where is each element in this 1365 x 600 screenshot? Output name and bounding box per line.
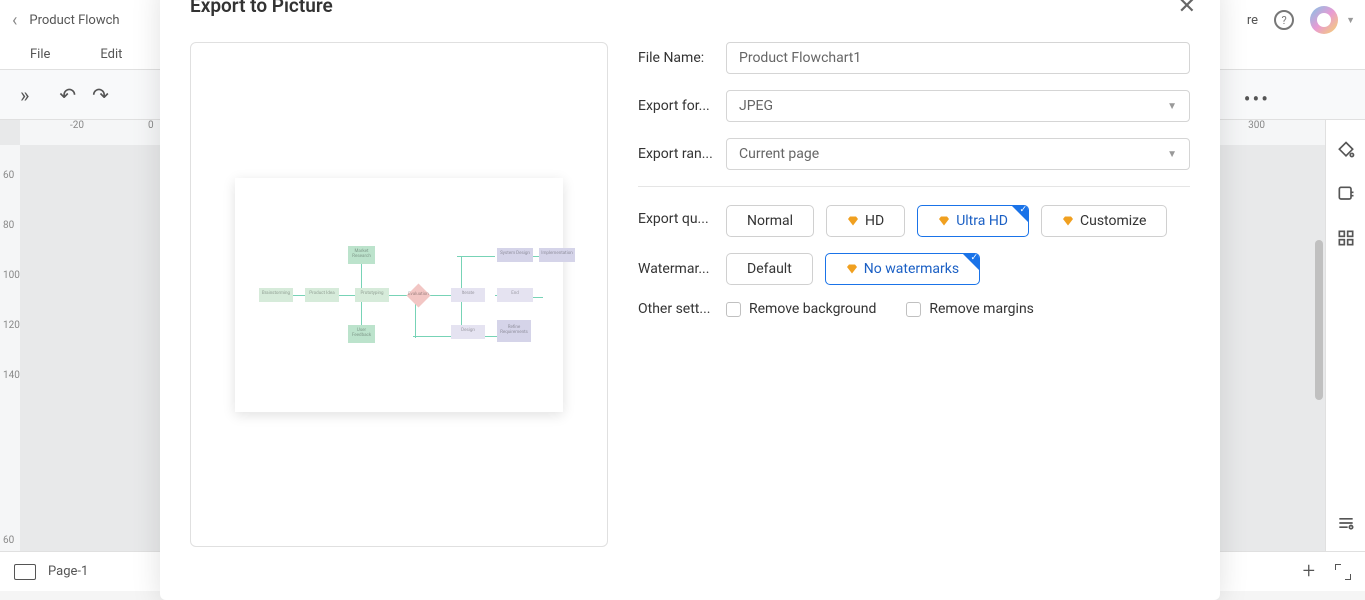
other-label: Other sett... — [638, 301, 726, 317]
watermark-none-button[interactable]: No watermarks — [825, 253, 980, 285]
export-settings-icon[interactable] — [1336, 184, 1356, 204]
quality-ultrahd-button[interactable]: Ultra HD — [917, 205, 1029, 237]
modal-title: Export to Picture — [190, 0, 333, 17]
apps-icon[interactable] — [1336, 228, 1356, 248]
fullscreen-icon[interactable] — [1335, 564, 1351, 580]
format-select[interactable]: JPEG ▼ — [726, 90, 1190, 122]
export-form: File Name: Export for... JPEG ▼ Export r… — [638, 42, 1190, 333]
add-page-icon[interactable]: + — [1303, 559, 1315, 584]
expand-icon[interactable]: » — [20, 83, 29, 107]
remove-background-checkbox[interactable]: Remove background — [726, 301, 876, 317]
range-label: Export ran... — [638, 146, 726, 162]
quality-hd-button[interactable]: HD — [826, 205, 905, 237]
export-modal: Export to Picture ✕ Brainstorming Produc… — [160, 0, 1220, 600]
chevron-down-icon: ▼ — [1167, 101, 1177, 112]
preview-panel: Brainstorming Product Idea Market Resear… — [190, 42, 608, 547]
fill-icon[interactable] — [1336, 140, 1356, 160]
diamond-icon — [938, 215, 950, 227]
share-btn-partial[interactable]: re — [1247, 13, 1258, 28]
avatar-caret-icon[interactable]: ▼ — [1346, 15, 1355, 26]
side-panel — [1325, 120, 1365, 551]
avatar[interactable] — [1310, 6, 1338, 34]
page-view-icon[interactable] — [14, 564, 36, 580]
diamond-icon — [847, 215, 859, 227]
diamond-icon — [846, 263, 858, 275]
redo-icon[interactable]: ↷ — [92, 83, 109, 107]
format-label: Export for... — [638, 98, 726, 114]
close-icon[interactable]: ✕ — [1178, 0, 1196, 19]
watermark-default-button[interactable]: Default — [726, 253, 813, 285]
page-label[interactable]: Page-1 — [48, 564, 88, 579]
help-icon[interactable]: ? — [1274, 10, 1294, 30]
menu-file[interactable]: File — [30, 47, 50, 62]
preview-thumbnail: Brainstorming Product Idea Market Resear… — [235, 178, 563, 412]
document-title: Product Flowch — [29, 13, 119, 28]
quality-customize-button[interactable]: Customize — [1041, 205, 1167, 237]
checkbox-icon — [906, 302, 921, 317]
diamond-icon — [1062, 215, 1074, 227]
filename-input[interactable] — [726, 42, 1190, 74]
quality-normal-button[interactable]: Normal — [726, 205, 814, 237]
watermark-label: Watermar... — [638, 261, 726, 277]
quality-label: Export qu... — [638, 205, 726, 227]
ruler-vertical: 60 80 100 120 140 60 — [0, 145, 20, 551]
filename-label: File Name: — [638, 50, 726, 66]
chevron-down-icon: ▼ — [1167, 149, 1177, 160]
remove-margins-checkbox[interactable]: Remove margins — [906, 301, 1034, 317]
more-icon[interactable]: ••• — [1244, 87, 1270, 111]
undo-icon[interactable]: ↶ — [59, 83, 76, 107]
menu-edit[interactable]: Edit — [100, 47, 122, 62]
scrollbar-vertical[interactable] — [1315, 240, 1323, 400]
back-icon[interactable]: ‹ — [12, 10, 17, 31]
range-select[interactable]: Current page ▼ — [726, 138, 1190, 170]
divider — [638, 186, 1190, 187]
checkbox-icon — [726, 302, 741, 317]
settings-list-icon[interactable] — [1336, 513, 1356, 533]
